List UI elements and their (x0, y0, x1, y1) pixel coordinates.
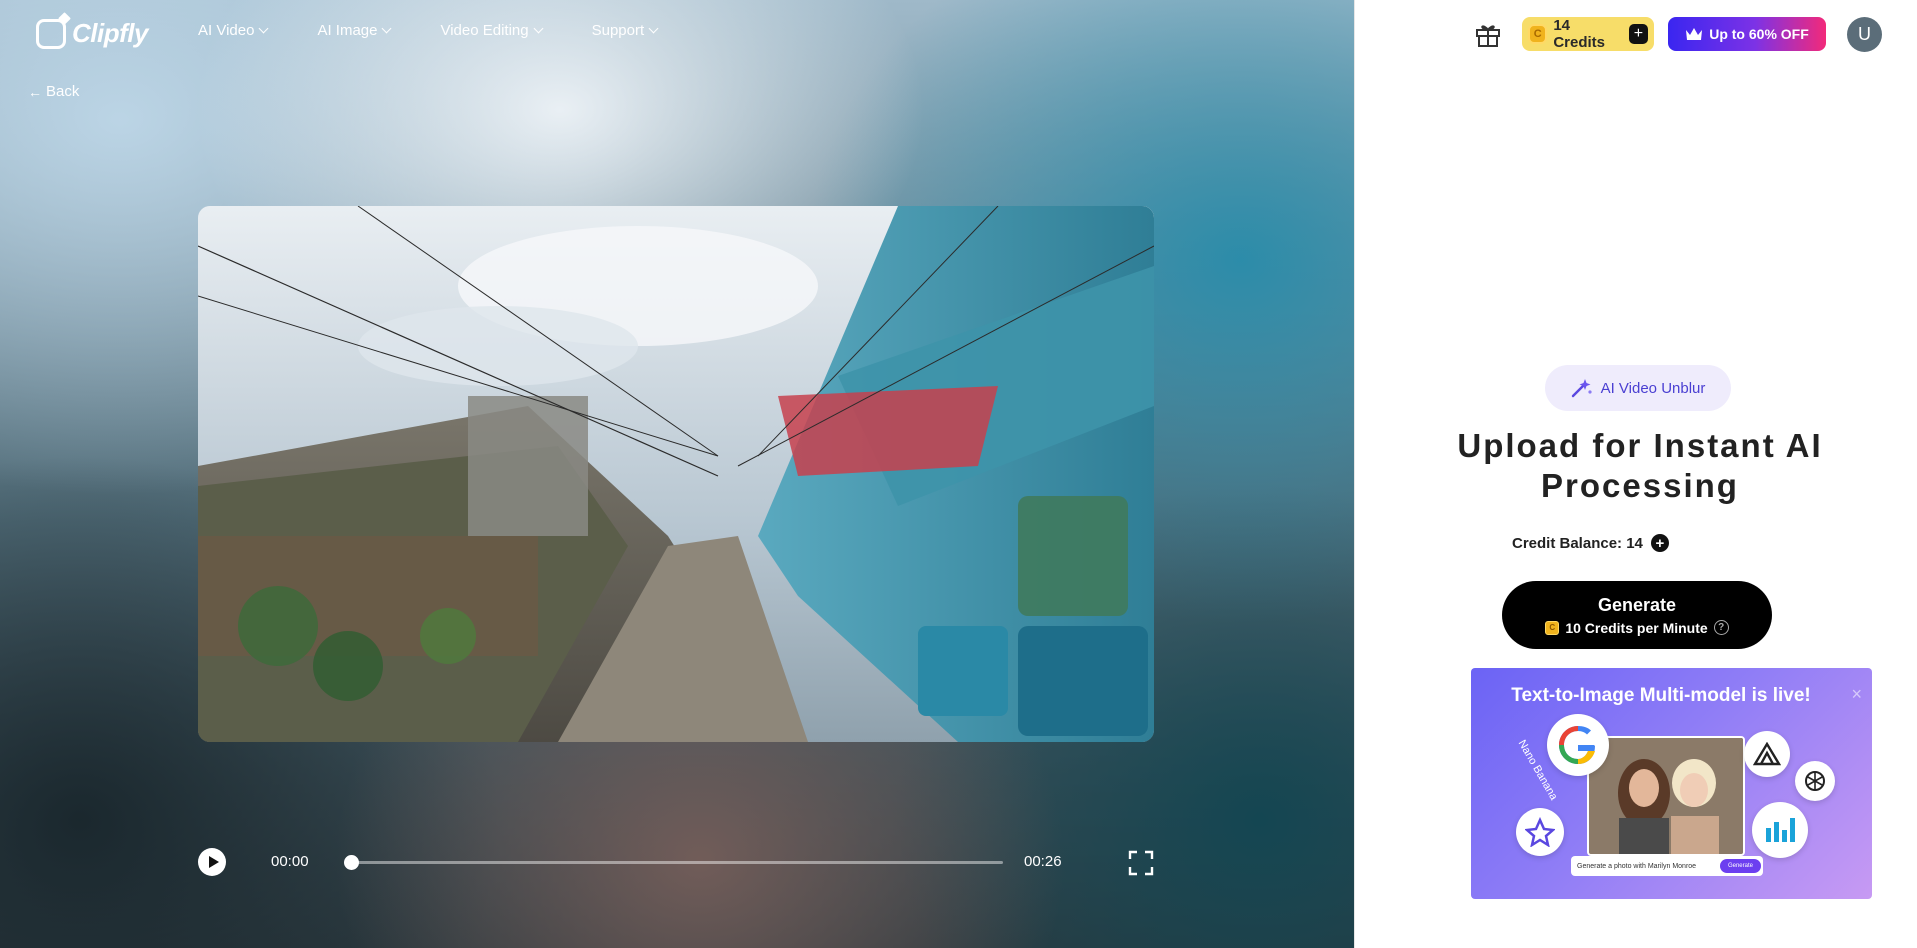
chevron-down-icon (382, 23, 392, 34)
credit-balance-label: Credit Balance: 14 (1512, 534, 1643, 552)
triangle-model-icon (1744, 731, 1790, 777)
player-controls: 00:00 00:26 (198, 848, 1154, 878)
gift-icon[interactable] (1473, 19, 1503, 49)
nav-item-label: AI Video (198, 22, 255, 39)
credit-balance: Credit Balance: 14 + (1512, 534, 1669, 552)
nav-item-video-editing[interactable]: Video Editing (440, 22, 544, 39)
help-icon[interactable]: ? (1713, 620, 1729, 635)
chevron-down-icon (648, 23, 659, 34)
google-icon (1547, 714, 1609, 776)
nav-item-ai-image[interactable]: AI Image (317, 22, 392, 39)
star-model-icon (1516, 808, 1564, 856)
brand-name: Clipfly (72, 18, 148, 48)
current-time: 00:00 (271, 853, 309, 870)
promo-banner[interactable]: Text-to-Image Multi-model is live! × Nan… (1471, 668, 1872, 899)
promo-photo-image (1589, 738, 1743, 854)
play-button[interactable] (198, 848, 226, 876)
nav-item-label: AI Image (317, 22, 378, 39)
chevron-down-icon (258, 23, 269, 34)
top-nav: Clipfly AI Video AI Image Video Editing … (0, 0, 1354, 66)
back-label: Back (46, 83, 80, 100)
credits-label: 14 Credits (1553, 17, 1606, 51)
video-preview[interactable] (198, 206, 1154, 742)
nav-item-label: Video Editing (440, 22, 529, 39)
brand-logo[interactable]: Clipfly (36, 18, 148, 49)
arrow-left-icon: ← (28, 83, 42, 100)
offer-label: Up to 60% OFF (1709, 26, 1809, 42)
promo-title: Text-to-Image Multi-model is live! (1511, 685, 1811, 706)
seek-thumb[interactable] (344, 855, 359, 870)
promo-image (1587, 736, 1745, 856)
nav-menu: AI Video AI Image Video Editing Support (198, 22, 707, 39)
coin-icon: C (1528, 24, 1548, 44)
nav-item-ai-video[interactable]: AI Video (198, 22, 269, 39)
close-icon[interactable]: × (1851, 684, 1862, 705)
avatar[interactable]: U (1847, 17, 1882, 52)
play-icon (208, 856, 219, 868)
chevron-down-icon (533, 23, 544, 34)
promo-prompt-text: Generate a photo with Marilyn Monroe (1577, 862, 1697, 870)
openai-icon (1795, 761, 1835, 801)
fullscreen-icon[interactable] (1128, 850, 1154, 876)
tool-panel: C 14 Credits + Up to 60% OFF U AI Video … (1354, 0, 1917, 948)
generate-cost-label: 10 Credits per Minute (1565, 619, 1708, 636)
generate-button[interactable]: Generate C 10 Credits per Minute ? (1502, 581, 1772, 649)
generate-label: Generate (1597, 594, 1677, 615)
bars-model-icon (1752, 802, 1808, 858)
plus-icon: + (1628, 24, 1648, 44)
sparkle-wand-icon (1571, 379, 1592, 398)
logo-icon (36, 18, 66, 49)
coin-icon: C (1545, 620, 1560, 635)
page-title: Upload for Instant AI Processing (1457, 427, 1823, 504)
back-link[interactable]: ← Back (28, 83, 79, 100)
offer-button[interactable]: Up to 60% OFF (1668, 17, 1826, 51)
promo-prompt-bar: Generate a photo with Marilyn Monroe Gen… (1571, 856, 1763, 876)
video-frame-image (198, 206, 1154, 742)
credits-button[interactable]: C 14 Credits + (1522, 17, 1654, 51)
generate-cost: C 10 Credits per Minute ? (1545, 619, 1729, 636)
total-time: 00:26 (1024, 853, 1062, 870)
account-actions: C 14 Credits + Up to 60% OFF U (1354, 0, 1917, 66)
nav-item-label: Support (591, 22, 645, 39)
tool-badge-label: AI Video Unblur (1600, 379, 1706, 397)
add-credits-icon[interactable]: + (1650, 534, 1669, 552)
seek-bar[interactable] (344, 855, 1003, 870)
nav-item-support[interactable]: Support (591, 22, 659, 39)
video-stage: Clipfly AI Video AI Image Video Editing … (0, 0, 1354, 948)
crown-icon (1686, 28, 1703, 40)
tool-badge[interactable]: AI Video Unblur (1545, 365, 1731, 411)
promo-generate-button: Generate (1719, 859, 1761, 873)
